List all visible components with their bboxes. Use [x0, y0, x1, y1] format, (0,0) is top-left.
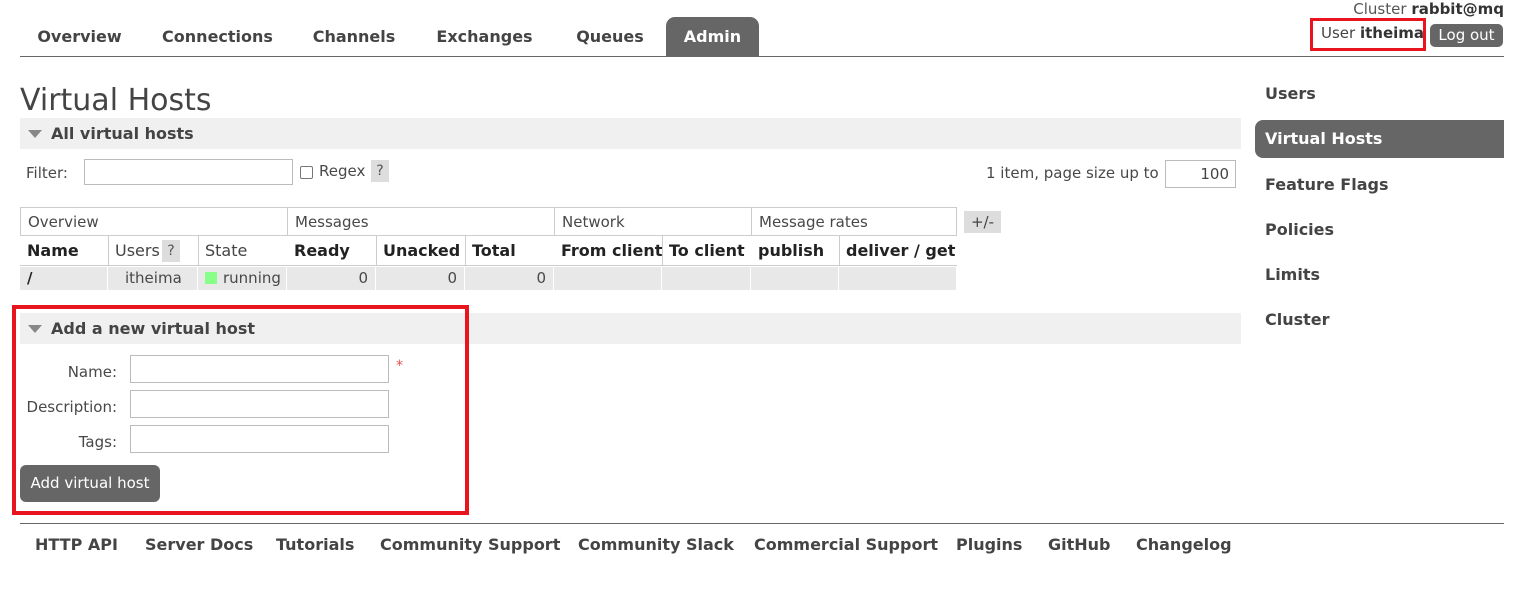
user-name: itheima	[1359, 24, 1425, 42]
footer-divider	[20, 523, 1504, 524]
footer-link-community-slack[interactable]: Community Slack	[578, 535, 734, 554]
sidebar-item-cluster[interactable]: Cluster	[1255, 301, 1504, 339]
vhost-name-link[interactable]: /	[20, 267, 108, 290]
regex-label: Regex	[319, 162, 366, 180]
filter-label: Filter:	[26, 164, 68, 182]
page-title: Virtual Hosts	[20, 83, 212, 118]
col-header-users[interactable]: Users	[108, 236, 198, 266]
header-divider	[20, 56, 1504, 57]
footer-link-community-support[interactable]: Community Support	[380, 535, 560, 554]
col-header-users-label: Users	[115, 241, 160, 260]
tab-channels[interactable]: Channels	[302, 17, 406, 56]
col-header-ready[interactable]: Ready	[287, 236, 376, 266]
running-status-icon	[205, 272, 217, 284]
vhost-publish	[751, 267, 839, 290]
tab-exchanges[interactable]: Exchanges	[426, 17, 543, 56]
regex-help-icon[interactable]: ?	[371, 160, 389, 182]
cluster-name: rabbit@mq	[1411, 0, 1504, 18]
col-header-unacked[interactable]: Unacked	[376, 236, 465, 266]
col-header-name[interactable]: Name	[20, 236, 108, 266]
page-size-input[interactable]: 100	[1165, 160, 1236, 188]
cluster-label: Cluster	[1353, 0, 1407, 18]
group-header-messages: Messages	[287, 207, 555, 236]
col-header-from-client[interactable]: From client	[554, 236, 662, 266]
tab-admin[interactable]: Admin	[666, 17, 759, 56]
footer-link-github[interactable]: GitHub	[1048, 535, 1111, 554]
users-help-icon[interactable]: ?	[162, 240, 180, 262]
sidebar-item-policies[interactable]: Policies	[1255, 211, 1504, 249]
vhost-ready: 0	[287, 267, 376, 290]
footer-link-server-docs[interactable]: Server Docs	[145, 535, 253, 554]
vhost-state: running	[198, 267, 287, 290]
page-info: 1 item, page size up to	[986, 164, 1159, 182]
current-user: User itheima	[1321, 24, 1424, 42]
group-header-network: Network	[554, 207, 752, 236]
group-header-overview: Overview	[20, 207, 288, 236]
regex-checkbox[interactable]	[300, 166, 313, 179]
filter-input[interactable]	[84, 159, 293, 185]
form-highlight-box	[12, 305, 469, 515]
vhost-state-text: running	[223, 269, 281, 287]
vhost-deliver-get	[839, 267, 957, 290]
sidebar-item-users[interactable]: Users	[1255, 75, 1504, 113]
col-header-state[interactable]: State	[198, 236, 287, 266]
sidebar-item-feature-flags[interactable]: Feature Flags	[1255, 166, 1504, 204]
footer-link-tutorials[interactable]: Tutorials	[276, 535, 354, 554]
footer-link-commercial-support[interactable]: Commercial Support	[754, 535, 938, 554]
vhosts-table: Overview Messages Network Message rates …	[20, 207, 957, 290]
footer-link-http-api[interactable]: HTTP API	[35, 535, 118, 554]
all-vhosts-section-title: All virtual hosts	[51, 124, 194, 143]
collapse-triangle-icon	[28, 130, 42, 138]
vhost-users: itheima	[108, 267, 198, 290]
columns-toggle-button[interactable]: +/-	[964, 211, 1001, 233]
sidebar-item-limits[interactable]: Limits	[1255, 256, 1504, 294]
tab-overview[interactable]: Overview	[20, 17, 139, 56]
sidebar-item-virtual-hosts[interactable]: Virtual Hosts	[1255, 120, 1504, 158]
tab-queues[interactable]: Queues	[563, 17, 657, 56]
vhost-to-client	[662, 267, 751, 290]
cluster-info: Cluster rabbit@mq	[1353, 0, 1504, 18]
col-header-deliver-get[interactable]: deliver / get	[839, 236, 957, 266]
user-label: User	[1321, 24, 1356, 42]
footer-link-changelog[interactable]: Changelog	[1136, 535, 1232, 554]
vhost-from-client	[554, 267, 662, 290]
tab-connections[interactable]: Connections	[153, 17, 282, 56]
vhost-unacked: 0	[376, 267, 465, 290]
col-header-to-client[interactable]: To client	[662, 236, 751, 266]
all-vhosts-section-header[interactable]: All virtual hosts	[20, 118, 1241, 149]
col-header-total[interactable]: Total	[465, 236, 554, 266]
group-header-message-rates: Message rates	[751, 207, 957, 236]
footer-link-plugins[interactable]: Plugins	[956, 535, 1022, 554]
logout-button[interactable]: Log out	[1430, 24, 1503, 47]
col-header-publish[interactable]: publish	[751, 236, 839, 266]
vhost-total: 0	[465, 267, 554, 290]
